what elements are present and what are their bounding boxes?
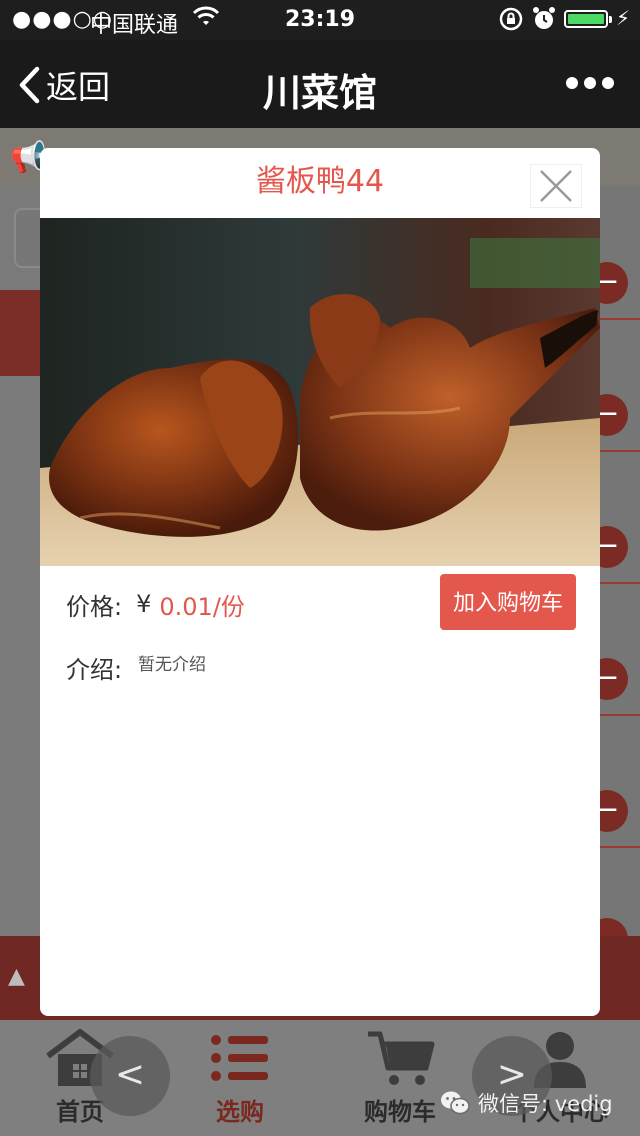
dish-detail-modal: 酱板鸭44 价格: ¥ 0.01/份 加入购物车 介绍: 暂无介绍 [40, 148, 600, 1016]
tab-shop[interactable]: 选购 [160, 1020, 320, 1136]
list-divider [600, 846, 640, 848]
category-item-selected[interactable] [0, 290, 40, 376]
tab-cart[interactable]: 购物车 [320, 1020, 480, 1136]
charging-bolt-icon: ⚡ [616, 6, 631, 30]
list-divider [600, 318, 640, 320]
dish-photo [40, 218, 600, 566]
wechat-icon [441, 1091, 470, 1115]
price-row: 价格: ¥ 0.01/份 [66, 584, 245, 624]
navigation-bar: 返回 川菜馆 [0, 40, 640, 128]
list-divider [600, 582, 640, 584]
cart-icon [368, 1031, 435, 1085]
list-divider [600, 450, 640, 452]
close-button[interactable] [530, 164, 582, 208]
chevron-left-icon[interactable]: < [90, 1036, 170, 1116]
price-label: 价格: [66, 592, 123, 621]
list-divider [600, 714, 640, 716]
tab-bar: 首页 选购 购物车 个人中心 < > [0, 1020, 640, 1136]
dish-name: 酱板鸭44 [255, 164, 385, 199]
intro-label: 介绍: [66, 656, 123, 684]
watermark: 微信号: vedig [440, 1088, 613, 1118]
more-dot-icon [584, 77, 596, 89]
page-title: 川菜馆 [262, 71, 377, 115]
expand-up-icon[interactable]: ▲ [8, 964, 25, 989]
alarm-icon [532, 6, 556, 38]
more-dot-icon [566, 77, 578, 89]
more-options-button[interactable] [560, 74, 614, 93]
battery-icon [564, 10, 612, 28]
price-value: 0.01/份 [159, 592, 245, 621]
status-bar: ●●●○○ 中国联通 23:19 ⚡ [0, 0, 640, 40]
rotation-lock-icon [498, 6, 524, 38]
close-icon [540, 170, 572, 202]
currency-symbol: ¥ [136, 590, 152, 618]
intro-text: 暂无介绍 [138, 655, 206, 675]
watermark-text: 微信号: vedig [478, 1092, 613, 1116]
list-icon [211, 1035, 268, 1081]
tab-label: 选购 [216, 1098, 264, 1126]
dish-list [600, 186, 640, 1020]
add-to-cart-button[interactable]: 加入购物车 [440, 574, 576, 630]
more-dot-icon [602, 77, 614, 89]
